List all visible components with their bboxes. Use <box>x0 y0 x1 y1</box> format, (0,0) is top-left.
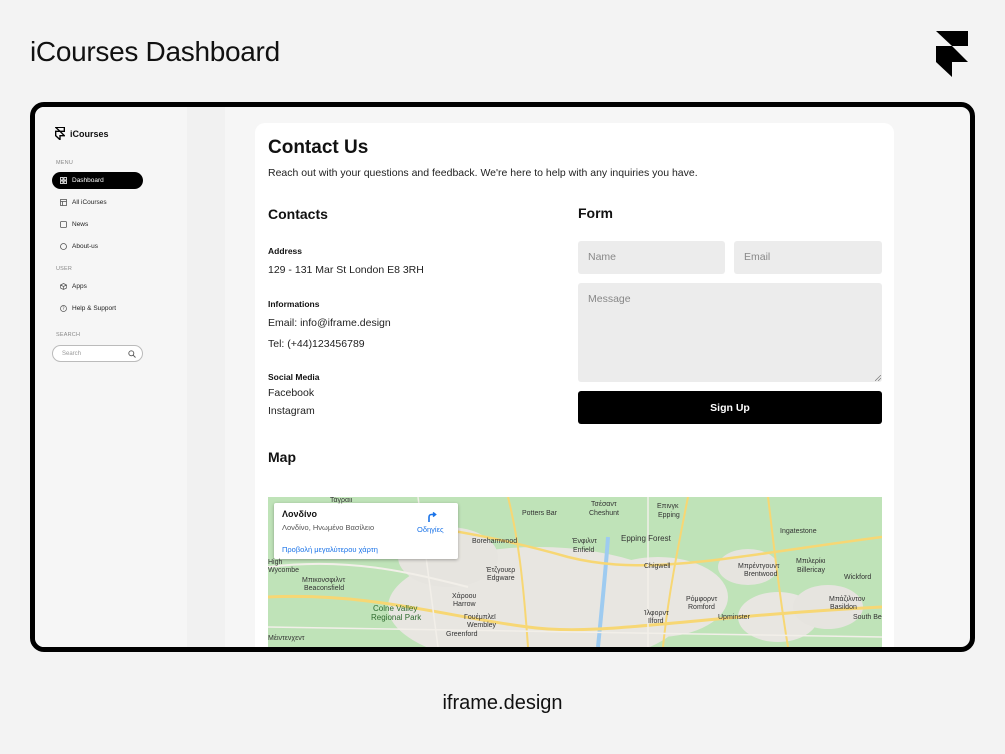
social-media-label: Social Media <box>268 372 320 382</box>
grid-icon <box>60 177 67 184</box>
search-icon[interactable] <box>128 349 136 358</box>
sidebar-item-help-support[interactable]: ? Help & Support <box>52 300 143 317</box>
dashboard-window: iCourses MENU Dashboard All iCourses New… <box>30 102 975 652</box>
map-label: Colne Valley <box>373 604 418 613</box>
layout-icon <box>60 199 67 206</box>
map-place-card: Λονδίνο Λονδίνο, Ηνωμένο Βασίλειο Προβολ… <box>274 503 458 559</box>
message-field[interactable]: Message <box>578 283 882 382</box>
map-label: Epping Forest <box>621 534 671 543</box>
map-label: Wembley <box>467 622 497 629</box>
map-label: Μπικονσφιλντ <box>302 577 346 584</box>
square-icon <box>60 221 67 228</box>
map-label: Enfield <box>573 547 595 554</box>
larger-map-link[interactable]: Προβολή μεγαλύτερου χάρτη <box>282 545 378 554</box>
map-label: Upminster <box>718 614 750 621</box>
sidebar-divider <box>187 107 225 647</box>
sidebar-item-label: Dashboard <box>72 177 104 184</box>
resize-handle-icon[interactable] <box>875 375 881 381</box>
map-label: Ρόμφορντ <box>686 596 718 603</box>
map-label: Τσέσαντ <box>591 501 617 508</box>
sidebar-item-label: Help & Support <box>72 305 117 312</box>
map-label: Edgware <box>487 575 515 582</box>
map-label: Ingatestone <box>780 528 817 535</box>
map-label: Ilford <box>648 618 664 625</box>
sidebar-brand-name: iCourses <box>70 128 109 139</box>
contact-card: Contact Us Reach out with your questions… <box>255 123 894 647</box>
map-label: Μέιντενχεντ <box>268 635 305 642</box>
footer-brand: iframe.design <box>442 692 563 714</box>
phone-value[interactable]: Tel: (+44)123456789 <box>268 338 365 350</box>
sidebar-item-label: About-us <box>72 243 99 250</box>
sidebar-item-about-us[interactable]: About-us <box>52 238 143 255</box>
map-label: Brentwood <box>744 571 778 578</box>
sidebar-item-label: News <box>72 221 89 228</box>
map-label: Romford <box>688 604 715 611</box>
facebook-link[interactable]: Facebook <box>268 387 314 399</box>
sidebar-item-all-icourses[interactable]: All iCourses <box>52 194 143 211</box>
search-placeholder: Search <box>62 350 82 357</box>
search-input[interactable]: Search <box>52 345 143 362</box>
informations-label: Informations <box>268 299 320 309</box>
map-label: Μπρέντγουντ <box>738 563 780 570</box>
form-heading: Form <box>578 205 613 221</box>
map-label: Chigwell <box>644 563 671 570</box>
map-label: Χάροου <box>452 593 477 600</box>
map-label: Επινγκ <box>657 503 679 510</box>
map-label: Ένφιλντ <box>572 538 597 545</box>
address-label: Address <box>268 246 303 256</box>
map-label: Τάγραιι <box>330 497 353 504</box>
contact-subtitle: Reach out with your questions and feedba… <box>268 167 698 179</box>
map-label: Cheshunt <box>589 510 619 517</box>
sign-up-button[interactable]: Sign Up <box>578 391 882 424</box>
framer-logo-icon <box>936 31 968 77</box>
directions-icon[interactable] <box>426 511 438 523</box>
map-heading: Map <box>268 449 296 465</box>
directions-link[interactable]: Οδηγίες <box>417 525 444 534</box>
map-label: Μπιλερίκι <box>796 558 826 565</box>
map-label: Έτζγουερ <box>486 567 516 574</box>
sidebar-item-dashboard[interactable]: Dashboard <box>52 172 143 189</box>
map-place-title: Λονδίνο <box>282 509 317 519</box>
map-label: Wickford <box>844 574 872 581</box>
page-title: iCourses Dashboard <box>30 36 280 67</box>
sidebar-item-label: Apps <box>72 283 87 290</box>
map-label: South Be <box>853 614 882 621</box>
contacts-heading: Contacts <box>268 206 328 222</box>
menu-section-label: MENU <box>56 160 73 166</box>
sidebar: iCourses MENU Dashboard All iCourses New… <box>35 107 187 647</box>
map-label: Borehamwood <box>472 538 518 545</box>
map-label: Potters Bar <box>522 510 558 517</box>
help-icon: ? <box>60 305 67 312</box>
sidebar-item-news[interactable]: News <box>52 216 143 233</box>
map-label: Γουέμπλεϊ <box>464 614 496 621</box>
map-label: Basildon <box>830 604 857 611</box>
sidebar-item-apps[interactable]: Apps <box>52 278 143 295</box>
name-field[interactable]: Name <box>578 241 725 274</box>
contact-title: Contact Us <box>268 137 369 158</box>
message-placeholder: Message <box>588 293 631 305</box>
search-section-label: SEARCH <box>56 332 81 338</box>
instagram-link[interactable]: Instagram <box>268 405 315 417</box>
map-label: Regional Park <box>371 613 422 622</box>
map-label: Wycombe <box>268 567 300 574</box>
user-section-label: USER <box>56 266 73 272</box>
map-label: Epping <box>658 512 680 519</box>
email-value[interactable]: Email: info@iframe.design <box>268 317 391 329</box>
sidebar-item-label: All iCourses <box>72 199 107 206</box>
map-place-subtitle: Λονδίνο, Ηνωμένο Βασίλειο <box>282 523 375 532</box>
map-label: Μπάζιλντον <box>829 596 866 603</box>
email-field[interactable]: Email <box>734 241 882 274</box>
map-label: Ίλφορντ <box>644 610 669 617</box>
cube-icon <box>60 283 67 290</box>
map-label: Harrow <box>453 601 476 608</box>
address-value: 129 - 131 Mar St London E8 3RH <box>268 264 424 276</box>
map-label: High <box>268 559 283 566</box>
map-label: Beaconsfield <box>304 585 345 592</box>
map-label: Billericay <box>797 567 826 574</box>
circle-icon <box>60 243 67 250</box>
map-label: Greenford <box>446 631 478 638</box>
framer-logo-icon <box>55 127 65 140</box>
map-embed[interactable]: Λονδίνο Λονδίνο, Ηνωμένο Βασίλειο Προβολ… <box>268 497 882 647</box>
sidebar-logo[interactable]: iCourses <box>55 127 109 140</box>
